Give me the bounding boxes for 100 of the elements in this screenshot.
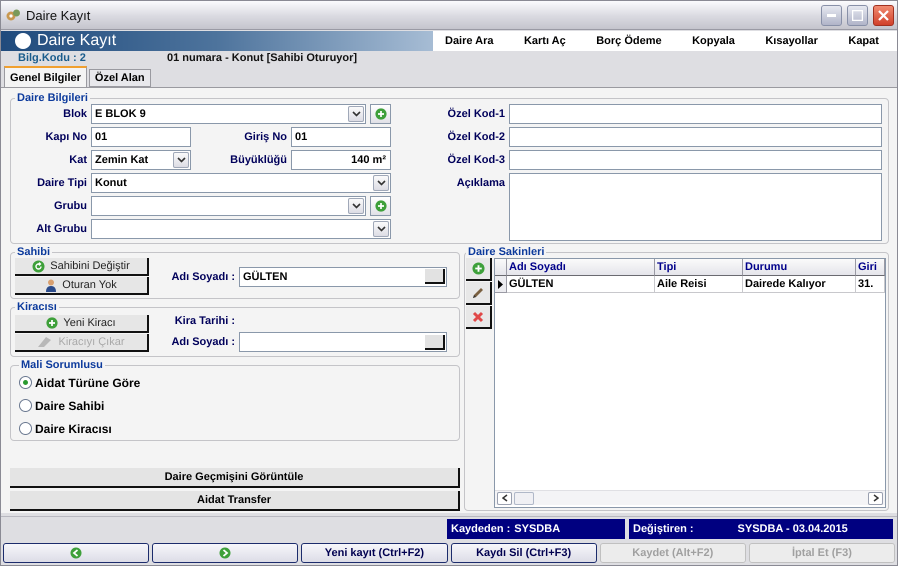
action-button[interactable]: Kaydı Sil (Ctrl+F3) — [450, 543, 597, 563]
scroll-thumb[interactable] — [514, 492, 534, 504]
table-cell: GÜLTEN — [507, 276, 655, 293]
dropdown-field[interactable]: E BLOK 9 — [91, 104, 366, 124]
table-cell: 31. — [856, 276, 885, 293]
person-icon — [45, 278, 58, 292]
input-field[interactable]: 01 — [91, 127, 191, 147]
plus-icon — [374, 200, 386, 212]
field-label: Kira Tarihi : — [174, 315, 235, 327]
action-button[interactable]: Daire Geçmişini Görüntüle — [10, 468, 460, 488]
input-field[interactable] — [509, 104, 882, 124]
column-header[interactable]: Giri — [856, 259, 885, 276]
plus-icon — [46, 316, 58, 328]
tab[interactable]: Özel Alan — [88, 69, 151, 87]
menu-item[interactable]: Kısayollar — [765, 35, 818, 47]
pointer-icon — [498, 280, 503, 288]
chevron-right-icon — [872, 494, 878, 502]
record-description: 01 numara - Konut [Sahibi Oturuyor] — [167, 52, 358, 64]
add-button[interactable] — [370, 196, 391, 216]
dropdown-field[interactable] — [91, 219, 391, 239]
chevron-down-icon — [352, 203, 360, 209]
plus-icon — [472, 262, 484, 275]
field-label: Alt Grubu — [35, 223, 87, 235]
input-field[interactable]: 140 m² — [291, 150, 391, 170]
previous-button[interactable] — [3, 543, 150, 563]
field-label: Daire Tipi — [36, 177, 87, 189]
input-field[interactable]: 01 — [291, 127, 391, 147]
action-button[interactable]: Oturan Yok — [15, 277, 149, 295]
add-button[interactable] — [370, 104, 391, 124]
field-label: Açıklama — [456, 176, 505, 189]
column-header[interactable]: Tipi — [655, 259, 743, 276]
column-header[interactable]: Adı Soyadı — [507, 259, 655, 276]
chevron-left-icon — [502, 494, 508, 502]
field-label: Giriş No — [243, 131, 287, 143]
dropdown-button[interactable] — [373, 221, 389, 237]
radio-label: Daire Sahibi — [35, 398, 104, 412]
lookup-button[interactable] — [425, 269, 445, 284]
action-button[interactable]: Yeni kayıt (Ctrl+F2) — [301, 543, 448, 563]
field-label: Kat — [68, 154, 87, 166]
field-label: Adı Soyadı : — [170, 270, 235, 282]
toolbar-button[interactable] — [466, 306, 492, 329]
chevron-down-icon — [176, 157, 186, 163]
circle-icon — [15, 33, 31, 49]
maximize-button[interactable] — [847, 4, 868, 26]
action-button[interactable]: Aidat Transfer — [10, 491, 460, 511]
dropdown-field[interactable]: Konut — [91, 173, 391, 193]
status-value: SYSDBA - 03.04.2015 — [738, 523, 848, 535]
page-title: Daire Kayıt — [37, 32, 116, 50]
radio-label: Daire Kiracısı — [35, 422, 112, 436]
lookup-field[interactable]: GÜLTEN — [239, 266, 447, 286]
maximize-icon — [852, 10, 863, 20]
dropdown-button[interactable] — [348, 106, 364, 122]
lookup-field[interactable] — [239, 332, 447, 352]
eraser-icon — [37, 335, 54, 348]
field-label: Adı Soyadı : — [170, 336, 235, 348]
dropdown-button[interactable] — [173, 152, 189, 168]
menu-item[interactable]: Kartı Aç — [524, 35, 566, 47]
window-title: Daire Kayıt — [26, 8, 92, 22]
toolbar-button[interactable] — [466, 282, 492, 305]
lookup-button[interactable] — [425, 334, 445, 350]
menu-item[interactable]: Kapat — [848, 35, 879, 47]
plus-icon — [374, 108, 386, 120]
menu-item[interactable]: Kopyala — [692, 35, 735, 47]
horizontal-scrollbar[interactable] — [495, 490, 885, 505]
record-code: Bilg.Kodu : 2 — [17, 52, 87, 64]
dropdown-field[interactable] — [91, 196, 366, 216]
action-button[interactable]: Yeni Kiracı — [15, 314, 149, 332]
next-button[interactable] — [152, 543, 298, 563]
toolbar-button[interactable] — [466, 258, 492, 281]
radio-button[interactable] — [19, 422, 32, 435]
status-label: Değiştiren : — [633, 523, 694, 535]
group-title: Kiracısı — [16, 301, 58, 313]
action-button[interactable]: Sahibini Değiştir — [15, 258, 149, 276]
radio-button[interactable] — [19, 376, 32, 389]
close-button[interactable] — [873, 4, 894, 26]
chevron-down-icon — [376, 180, 386, 186]
dropdown-button[interactable] — [348, 198, 364, 214]
dropdown-field[interactable]: Zemin Kat — [91, 150, 191, 170]
group-title: Daire Bilgileri — [16, 92, 89, 104]
text-area[interactable] — [509, 173, 882, 241]
dropdown-button[interactable] — [373, 175, 389, 191]
table-cell: Aile Reisi — [655, 276, 743, 293]
group-title: Mali Sorumlusu — [20, 359, 104, 371]
delete-icon — [472, 310, 484, 322]
input-field[interactable] — [509, 150, 882, 170]
radio-button[interactable] — [19, 399, 32, 412]
menu-item[interactable]: Borç Ödeme — [596, 35, 662, 47]
menu-item[interactable]: Daire Ara — [445, 35, 494, 47]
group-title: Daire Sakinleri — [467, 246, 546, 258]
close-icon — [878, 10, 889, 20]
refresh-icon — [32, 260, 46, 272]
tab[interactable]: Genel Bilgiler — [4, 66, 87, 87]
group-title: Sahibi — [16, 246, 52, 258]
column-header[interactable]: Durumu — [743, 259, 856, 276]
field-label: Kapı No — [44, 131, 87, 143]
arrow-right-icon — [219, 547, 232, 559]
chevron-down-icon — [352, 111, 360, 117]
chevron-down-icon — [376, 226, 386, 232]
minimize-button[interactable] — [821, 4, 842, 26]
input-field[interactable] — [509, 127, 882, 147]
